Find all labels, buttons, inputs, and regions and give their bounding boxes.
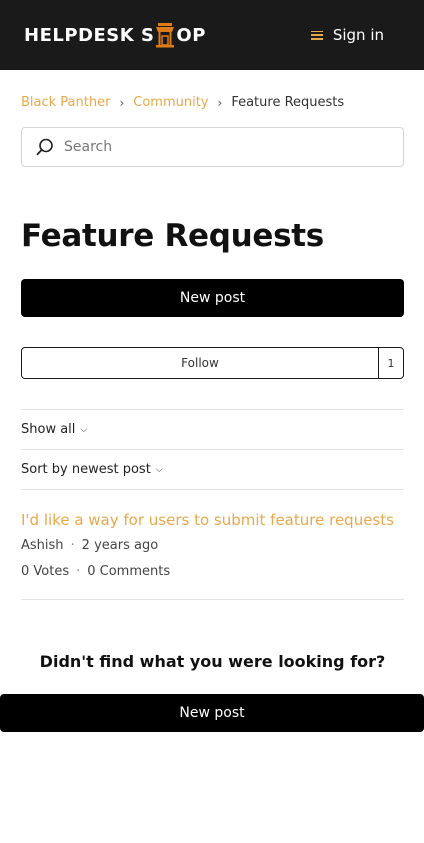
sort-dropdown[interactable]: Sort by newest post ⌵: [21, 449, 404, 489]
chevron-right-icon: ›: [119, 95, 125, 110]
hamburger-icon[interactable]: [310, 30, 323, 40]
breadcrumb-community[interactable]: Community: [133, 95, 208, 110]
new-post-bottom-button[interactable]: New post: [0, 694, 424, 732]
post-stats: 0 Votes · 0 Comments: [21, 564, 404, 579]
post-title-link[interactable]: I'd like a way for users to submit featu…: [21, 511, 404, 529]
site-header: HELPDESK S OP Sign in: [0, 0, 424, 70]
show-filter-dropdown[interactable]: Show all ⌵: [21, 409, 404, 449]
chevron-down-icon: ⌵: [80, 424, 88, 435]
new-post-button[interactable]: New post: [21, 279, 404, 317]
breadcrumb: Black Panther › Community › Feature Requ…: [21, 95, 404, 110]
post-author: Ashish: [21, 538, 64, 553]
breadcrumb-current: Feature Requests: [231, 95, 345, 110]
post-votes: 0 Votes: [21, 564, 70, 579]
breadcrumb-black-panther[interactable]: Black Panther: [21, 95, 110, 110]
sign-in-link[interactable]: Sign in: [333, 26, 384, 44]
shop-awning-icon: [155, 22, 175, 48]
search-input[interactable]: [64, 139, 364, 155]
follow-group: Follow 1: [21, 347, 404, 379]
chevron-down-icon: ⌵: [155, 464, 163, 475]
chevron-right-icon: ›: [217, 95, 223, 110]
show-filter-label: Show all: [21, 422, 76, 437]
header-nav: Sign in: [310, 26, 384, 44]
follow-button[interactable]: Follow: [21, 347, 379, 379]
not-found-heading: Didn't find what you were looking for?: [39, 652, 386, 671]
page-title: Feature Requests: [21, 218, 324, 254]
logo-text-left: HELPDESK S: [24, 24, 155, 46]
search-icon: [36, 138, 53, 156]
logo-text-right: OP: [176, 24, 206, 46]
post-meta: Ashish · 2 years ago: [21, 538, 404, 553]
helpdesk-shop-logo[interactable]: HELPDESK S OP: [24, 22, 206, 48]
list-item: I'd like a way for users to submit featu…: [21, 489, 404, 600]
separator-dot: ·: [70, 538, 75, 553]
post-comments: 0 Comments: [87, 564, 171, 579]
search-box[interactable]: [21, 127, 404, 167]
post-time: 2 years ago: [81, 538, 159, 553]
follow-count: 1: [379, 347, 404, 379]
main-content: Black Panther › Community › Feature Requ…: [0, 95, 424, 671]
sort-label: Sort by newest post: [21, 462, 151, 477]
separator-dot: ·: [76, 564, 81, 579]
